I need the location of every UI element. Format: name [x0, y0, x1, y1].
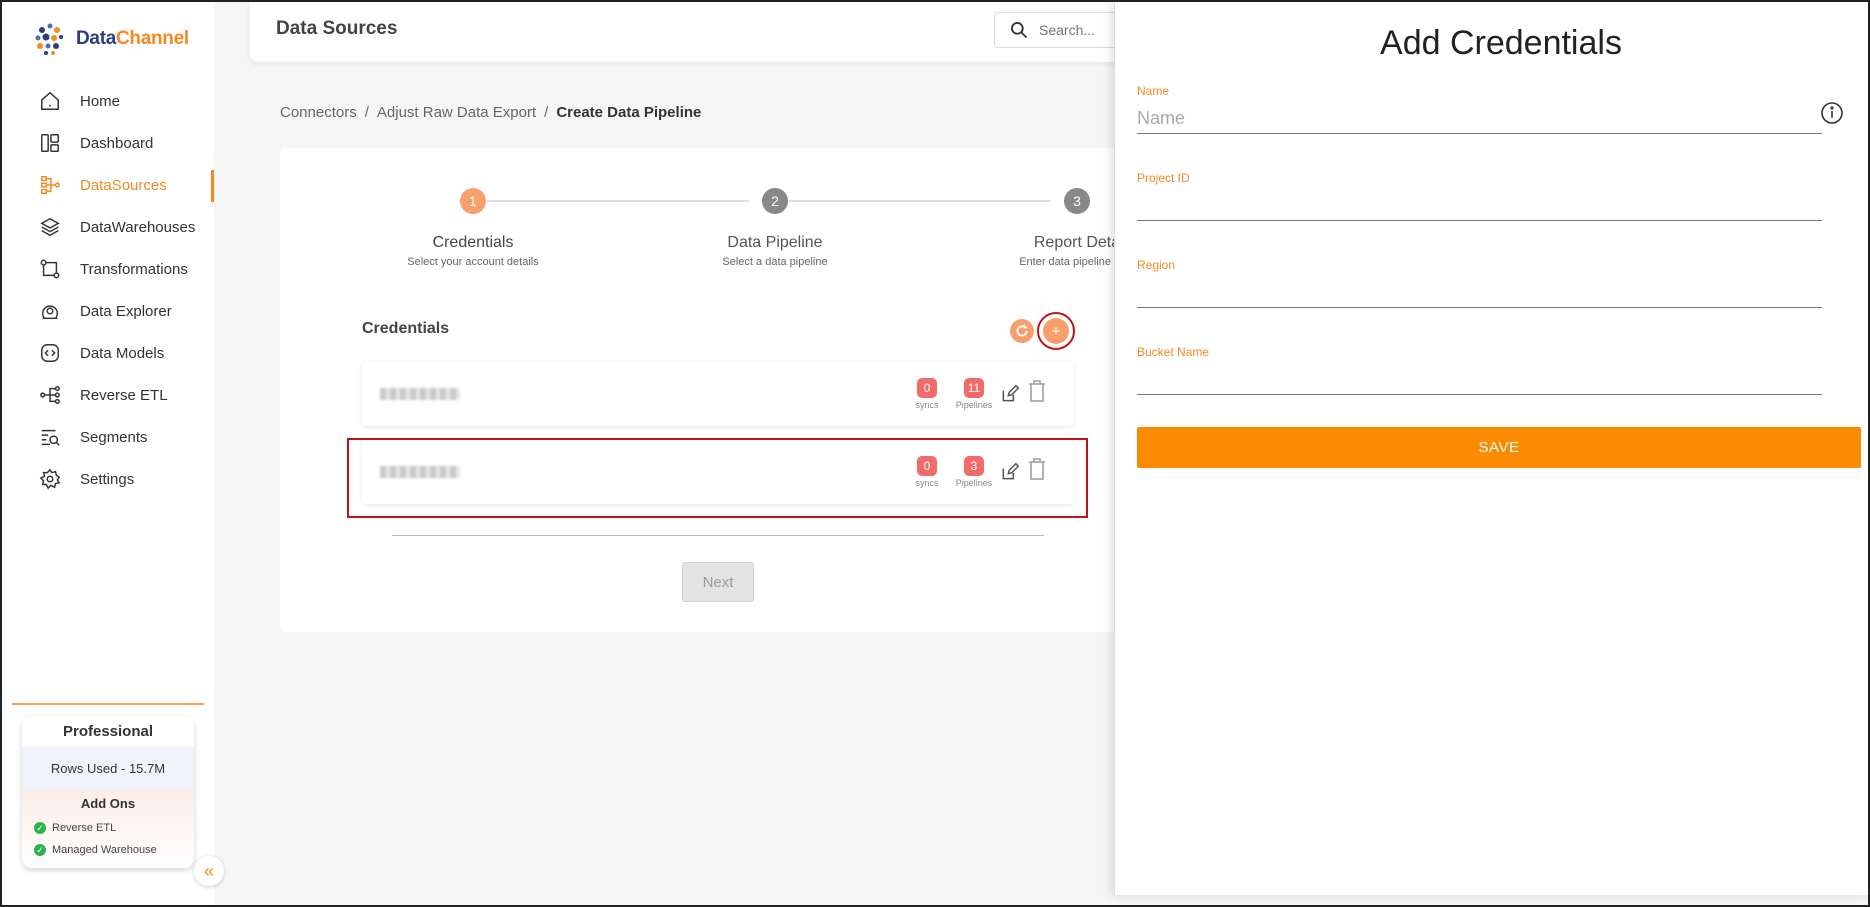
reverse-etl-icon	[38, 383, 62, 407]
edit-icon[interactable]	[1000, 384, 1020, 404]
name-field-label: Name	[1137, 84, 1170, 98]
step-connector	[487, 200, 749, 202]
addons-title: Add Ons	[80, 796, 136, 811]
plus-icon: +	[1043, 318, 1069, 344]
step-2-circle[interactable]: 2	[762, 188, 788, 214]
sidebar: DataChannel Home Dashboard DataSources D…	[0, 0, 214, 907]
sidebar-item-label: Data Models	[80, 344, 165, 362]
sidebar-item-label: Settings	[80, 470, 135, 488]
project-id-label: Project ID	[1137, 171, 1190, 185]
datachannel-logo-icon	[35, 23, 63, 55]
top-header: Data Sources	[250, 2, 1250, 62]
trash-icon[interactable]	[1027, 380, 1047, 402]
sidebar-item-label: Reverse ETL	[80, 386, 168, 404]
gear-icon	[38, 467, 62, 491]
pipeline-wizard-card: 1 Credentials Select your account detail…	[280, 148, 1160, 632]
info-icon[interactable]	[1820, 101, 1844, 125]
selection-highlight	[347, 438, 1088, 518]
logo[interactable]: DataChannel	[30, 20, 189, 58]
step-1-title: Credentials	[432, 234, 514, 251]
step-2-subtitle: Select a data pipeline	[722, 256, 828, 268]
breadcrumb-connectors[interactable]: Connectors	[280, 104, 357, 121]
sidebar-item-dashboard[interactable]: Dashboard	[0, 122, 214, 164]
transform-icon	[38, 257, 62, 281]
layers-icon	[38, 215, 62, 239]
sidebar-item-label: Segments	[80, 428, 148, 446]
breadcrumb-current: Create Data Pipeline	[556, 104, 702, 121]
home-icon	[38, 89, 62, 113]
breadcrumb: Connectors / Adjust Raw Data Export / Cr…	[280, 104, 701, 121]
sidebar-item-settings[interactable]: Settings	[0, 458, 214, 500]
step-1-subtitle: Select your account details	[407, 256, 539, 268]
sidebar-item-label: Dashboard	[80, 134, 154, 152]
credential-name-redacted	[380, 388, 460, 400]
dashboard-icon	[38, 131, 62, 155]
plan-title: Professional	[62, 722, 154, 740]
check-circle-icon: ✓	[34, 822, 46, 834]
name-field: Name	[1137, 84, 1822, 134]
breadcrumb-adjust-raw-data-export[interactable]: Adjust Raw Data Export	[377, 104, 536, 121]
bucket-name-input[interactable]	[1137, 359, 1822, 395]
segments-icon	[38, 425, 62, 449]
search-icon	[1011, 22, 1028, 39]
region-label: Region	[1137, 258, 1176, 272]
sidebar-item-datawarehouses[interactable]: DataWarehouses	[0, 206, 214, 248]
logo-text: DataChannel	[76, 28, 189, 49]
sidebar-item-home[interactable]: Home	[0, 80, 214, 122]
step-2-title: Data Pipeline	[727, 234, 823, 251]
syncs-badge: 0 syncs	[907, 378, 947, 410]
collapse-sidebar-button[interactable]: «	[194, 856, 224, 886]
rows-used: Rows Used - 15.7M	[22, 746, 194, 790]
credentials-heading: Credentials	[362, 320, 450, 337]
region-input[interactable]	[1137, 272, 1822, 308]
datasources-icon	[38, 173, 62, 197]
step-1-circle[interactable]: 1	[460, 188, 486, 214]
breadcrumb-separator: /	[544, 104, 549, 121]
project-id-input[interactable]	[1137, 185, 1822, 221]
sidebar-item-reverse-etl[interactable]: Reverse ETL	[0, 374, 214, 416]
sidebar-item-data-explorer[interactable]: Data Explorer	[0, 290, 214, 332]
add-credential-button[interactable]: +	[1037, 312, 1075, 350]
drawer-title: Add Credentials	[1380, 24, 1622, 62]
refresh-button[interactable]	[1010, 319, 1034, 343]
save-button[interactable]: SAVE	[1137, 427, 1861, 468]
refresh-icon	[1016, 324, 1028, 337]
section-divider	[392, 535, 1044, 536]
sidebar-item-data-models[interactable]: Data Models	[0, 332, 214, 374]
bucket-name-field: Bucket Name	[1137, 345, 1822, 395]
step-connector	[789, 200, 1051, 202]
sidebar-item-label: Transformations	[80, 260, 188, 278]
page-title: Data Sources	[276, 18, 398, 39]
sidebar-item-label: DataSources	[80, 176, 167, 194]
models-icon	[38, 341, 62, 365]
project-id-field: Project ID	[1137, 171, 1822, 221]
credential-row[interactable]: 0 syncs 11 Pipelines	[362, 362, 1074, 426]
addons-section: Add Ons ✓ Reverse ETL ✓ Managed Warehous…	[22, 790, 194, 868]
bucket-name-label: Bucket Name	[1137, 345, 1210, 359]
step-3-circle[interactable]: 3	[1064, 188, 1090, 214]
sidebar-item-segments[interactable]: Segments	[0, 416, 214, 458]
pipelines-badge: 11 Pipelines	[954, 378, 994, 410]
sidebar-item-label: DataWarehouses	[80, 218, 196, 236]
addon-item: ✓ Managed Warehouse	[22, 839, 194, 861]
name-input[interactable]	[1137, 98, 1822, 134]
check-circle-icon: ✓	[34, 844, 46, 856]
sidebar-nav: Home Dashboard DataSources DataWarehouse…	[0, 80, 214, 500]
double-chevron-left-icon: «	[203, 860, 214, 881]
sidebar-item-label: Home	[80, 92, 121, 110]
next-button[interactable]: Next	[682, 562, 754, 602]
breadcrumb-separator: /	[364, 104, 369, 121]
explorer-icon	[38, 299, 62, 323]
region-field: Region	[1137, 258, 1822, 308]
add-credentials-drawer: Add Credentials Name Project ID Region B…	[1114, 2, 1870, 895]
addon-item: ✓ Reverse ETL	[22, 817, 194, 839]
sidebar-item-label: Data Explorer	[80, 302, 172, 320]
plan-divider	[12, 703, 204, 705]
plan-card: Professional Rows Used - 15.7M Add Ons ✓…	[22, 716, 194, 868]
sidebar-item-transformations[interactable]: Transformations	[0, 248, 214, 290]
sidebar-item-datasources[interactable]: DataSources	[0, 164, 214, 206]
